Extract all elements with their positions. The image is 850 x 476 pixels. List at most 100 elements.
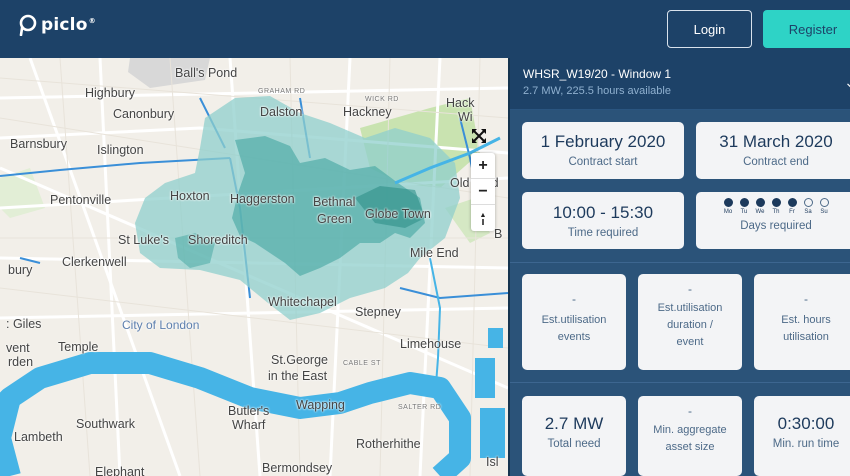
map-label-stepney: Stepney xyxy=(355,305,401,319)
day-sa: Sa xyxy=(803,198,814,215)
min-aggregate-label-2: asset size xyxy=(665,441,715,453)
map-label-st-lukes: St Luke's xyxy=(118,233,170,247)
total-need-label: Total need xyxy=(547,438,601,450)
contract-end-card: 31 March 2020 Contract end xyxy=(696,122,850,179)
map-label-wharf: Wharf xyxy=(232,418,266,432)
contract-end-value: 31 March 2020 xyxy=(719,132,833,151)
est-hours-utilisation-label-1: Est. hours xyxy=(781,314,831,326)
day-dot xyxy=(739,198,749,207)
map-label-elephant: Elephant xyxy=(95,465,145,476)
day-abbr: Sa xyxy=(804,209,812,215)
map-label-rotherhithe: Rotherhithe xyxy=(356,437,421,451)
compass-button[interactable]: ▲ xyxy=(471,205,495,231)
map-label-temple: Temple xyxy=(58,340,99,354)
window-accordion-header[interactable]: WHSR_W19/20 - Window 1 2.7 MW, 225.5 hou… xyxy=(510,58,850,110)
logo-wordmark: piclo® xyxy=(41,15,96,35)
est-hours-utilisation-card: - Est. hours utilisation xyxy=(754,274,850,370)
map-label-hoxton: Hoxton xyxy=(170,189,210,203)
day-dot xyxy=(819,198,829,207)
map-label-in-the-east: in the East xyxy=(268,369,328,383)
map-label-barnsbury: Barnsbury xyxy=(10,137,67,151)
day-tu: Tu xyxy=(739,198,750,215)
map-label-islington: Islington xyxy=(97,143,144,157)
days-indicator: Mo Tu We Th Fr Sa Su xyxy=(696,198,850,215)
map-label-whitechapel: Whitechapel xyxy=(268,295,337,309)
chevron-down-icon: ⌄ xyxy=(844,74,850,91)
window-details-panel: WHSR_W19/20 - Window 1 2.7 MW, 225.5 hou… xyxy=(508,58,850,476)
map-label-isl: Isl xyxy=(486,455,499,469)
map-view[interactable]: Ball's Pond Highbury GRAHAM RD WICK RD H… xyxy=(0,58,508,476)
map-label-shoreditch: Shoreditch xyxy=(188,233,248,247)
map-label-clerkenwell: Clerkenwell xyxy=(62,255,127,269)
map-label-graham-rd: GRAHAM RD xyxy=(258,88,306,95)
days-required-card: Mo Tu We Th Fr Sa Su Days required xyxy=(696,192,850,249)
time-required-label: Time required xyxy=(567,227,639,239)
map-label-bury: bury xyxy=(8,263,33,277)
day-fr: Fr xyxy=(787,198,798,215)
zoom-out-button[interactable]: − xyxy=(471,179,495,205)
map-label-city-of-london: City of London xyxy=(122,318,200,332)
window-title: WHSR_W19/20 - Window 1 xyxy=(523,67,672,81)
map-label-butlers: Butler's xyxy=(228,404,270,418)
est-utilisation-events-card: - Est.utilisation events xyxy=(522,274,626,370)
map-label-lambeth: Lambeth xyxy=(14,430,63,444)
map-label-cable-st: CABLE ST xyxy=(343,360,381,367)
fullscreen-button[interactable] xyxy=(471,128,493,150)
map-label-b: B xyxy=(494,227,503,241)
map-label-hack: Hack xyxy=(446,96,475,110)
day-dot xyxy=(771,198,781,207)
map-label-pentonville: Pentonville xyxy=(50,193,112,207)
est-utilisation-events-label-2: events xyxy=(557,331,591,343)
time-required-value: 10:00 - 15:30 xyxy=(552,203,654,222)
est-utilisation-duration-value: - xyxy=(688,282,692,296)
day-dot xyxy=(803,198,813,207)
day-dot xyxy=(787,198,797,207)
piclo-logo[interactable]: piclo® xyxy=(18,14,96,36)
min-run-time-label: Min. run time xyxy=(772,438,840,450)
min-aggregate-card: - Min. aggregate asset size xyxy=(638,396,742,476)
day-abbr: Su xyxy=(820,209,828,215)
total-need-value: 2.7 MW xyxy=(544,414,604,433)
time-required-card: 10:00 - 15:30 Time required xyxy=(522,192,684,249)
contract-end-label: Contract end xyxy=(743,156,809,168)
piclo-logo-icon xyxy=(19,14,37,36)
fullscreen-icon xyxy=(472,129,486,143)
est-utilisation-duration-card: - Est.utilisation duration / event xyxy=(638,274,742,370)
day-th: Th xyxy=(771,198,782,215)
est-utilisation-duration-label-2: duration / xyxy=(667,319,713,331)
min-aggregate-value: - xyxy=(688,404,692,418)
map-label-wapping: Wapping xyxy=(296,398,345,412)
min-run-time-value: 0:30:00 xyxy=(777,414,835,433)
map-label-giles: : Giles xyxy=(6,317,42,331)
map-label-canonbury: Canonbury xyxy=(113,107,175,121)
login-button[interactable]: Login xyxy=(667,10,752,48)
map-label-globe-town: Globe Town xyxy=(365,207,431,221)
window-details-body: 1 February 2020 Contract start 31 March … xyxy=(510,110,850,476)
min-run-time-card: 0:30:00 Min. run time xyxy=(754,396,850,476)
day-we: We xyxy=(755,198,766,215)
day-abbr: Fr xyxy=(789,209,795,215)
days-required-label: Days required xyxy=(740,220,812,232)
est-utilisation-duration-label-1: Est.utilisation xyxy=(657,302,723,314)
map-label-mile-end: Mile End xyxy=(410,246,459,260)
map-label-dalston: Dalston xyxy=(260,105,303,119)
map-label-hackney: Hackney xyxy=(343,105,392,119)
day-abbr: We xyxy=(755,209,765,215)
section-divider xyxy=(510,382,850,383)
contract-start-value: 1 February 2020 xyxy=(540,132,666,151)
zoom-in-button[interactable]: + xyxy=(471,153,495,179)
min-aggregate-label-1: Min. aggregate xyxy=(653,424,727,436)
day-dot xyxy=(755,198,765,207)
register-button[interactable]: Register xyxy=(763,10,850,48)
map-label-rden: rden xyxy=(8,355,34,369)
map-label-balls-pond: Ball's Pond xyxy=(175,66,238,80)
section-divider xyxy=(510,262,850,263)
map-label-st-george: St.George xyxy=(271,353,328,367)
est-utilisation-events-value: - xyxy=(572,292,576,306)
day-mo: Mo xyxy=(723,198,734,215)
map-label-vent: vent xyxy=(6,341,30,355)
map-label-wi: Wi xyxy=(458,110,473,124)
map-label-haggerston: Haggerston xyxy=(230,192,295,206)
day-abbr: Tu xyxy=(740,209,748,215)
map-label-bethnal: Bethnal xyxy=(313,195,356,209)
